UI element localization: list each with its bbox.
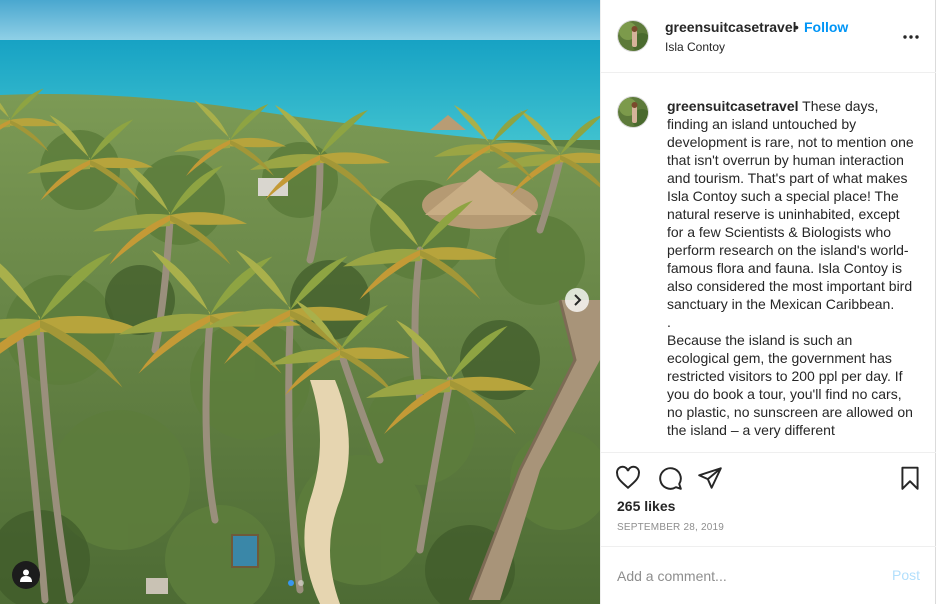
user-tag-icon bbox=[20, 569, 32, 582]
next-photo-button[interactable] bbox=[565, 288, 589, 312]
post-caption: greensuitcasetravel These days, finding … bbox=[667, 97, 915, 439]
like-count[interactable]: 265 likes bbox=[617, 498, 675, 514]
author-username[interactable]: greensuitcasetravel bbox=[665, 19, 797, 35]
avatar-image bbox=[618, 21, 648, 51]
caption-text: These days, finding an island untouched … bbox=[667, 98, 914, 438]
more-options-button[interactable] bbox=[899, 27, 923, 47]
comments-section[interactable]: greensuitcasetravel These days, finding … bbox=[601, 73, 936, 453]
post-photo[interactable] bbox=[0, 0, 600, 604]
comment-input[interactable] bbox=[617, 565, 872, 587]
separator-dot: • bbox=[794, 19, 799, 35]
post-date: SEPTEMBER 28, 2019 bbox=[617, 522, 724, 533]
add-comment-bar: Post bbox=[601, 546, 936, 604]
author-avatar[interactable] bbox=[617, 20, 649, 52]
chevron-right-icon bbox=[574, 294, 582, 306]
follow-button[interactable]: Follow bbox=[804, 19, 848, 35]
share-icon[interactable] bbox=[697, 465, 723, 491]
bookmark-icon[interactable] bbox=[897, 465, 923, 491]
carousel-dot-active bbox=[288, 580, 294, 586]
post-location[interactable]: Isla Contoy bbox=[665, 40, 725, 54]
user-tag-button[interactable] bbox=[12, 561, 40, 589]
carousel-indicator bbox=[288, 580, 304, 586]
action-bar bbox=[601, 452, 936, 502]
post-header: greensuitcasetravel • Follow Isla Contoy bbox=[601, 0, 936, 73]
island-photo bbox=[0, 0, 600, 604]
carousel-dot bbox=[298, 580, 304, 586]
post-details-panel: greensuitcasetravel • Follow Isla Contoy… bbox=[600, 0, 936, 604]
caption-username[interactable]: greensuitcasetravel bbox=[667, 98, 799, 114]
more-horizontal-icon bbox=[903, 35, 919, 39]
avatar-image bbox=[618, 97, 648, 127]
heart-icon[interactable] bbox=[615, 465, 641, 491]
comment-icon[interactable] bbox=[657, 465, 683, 491]
caption-avatar[interactable] bbox=[617, 96, 649, 128]
post-comment-button[interactable]: Post bbox=[892, 567, 920, 583]
